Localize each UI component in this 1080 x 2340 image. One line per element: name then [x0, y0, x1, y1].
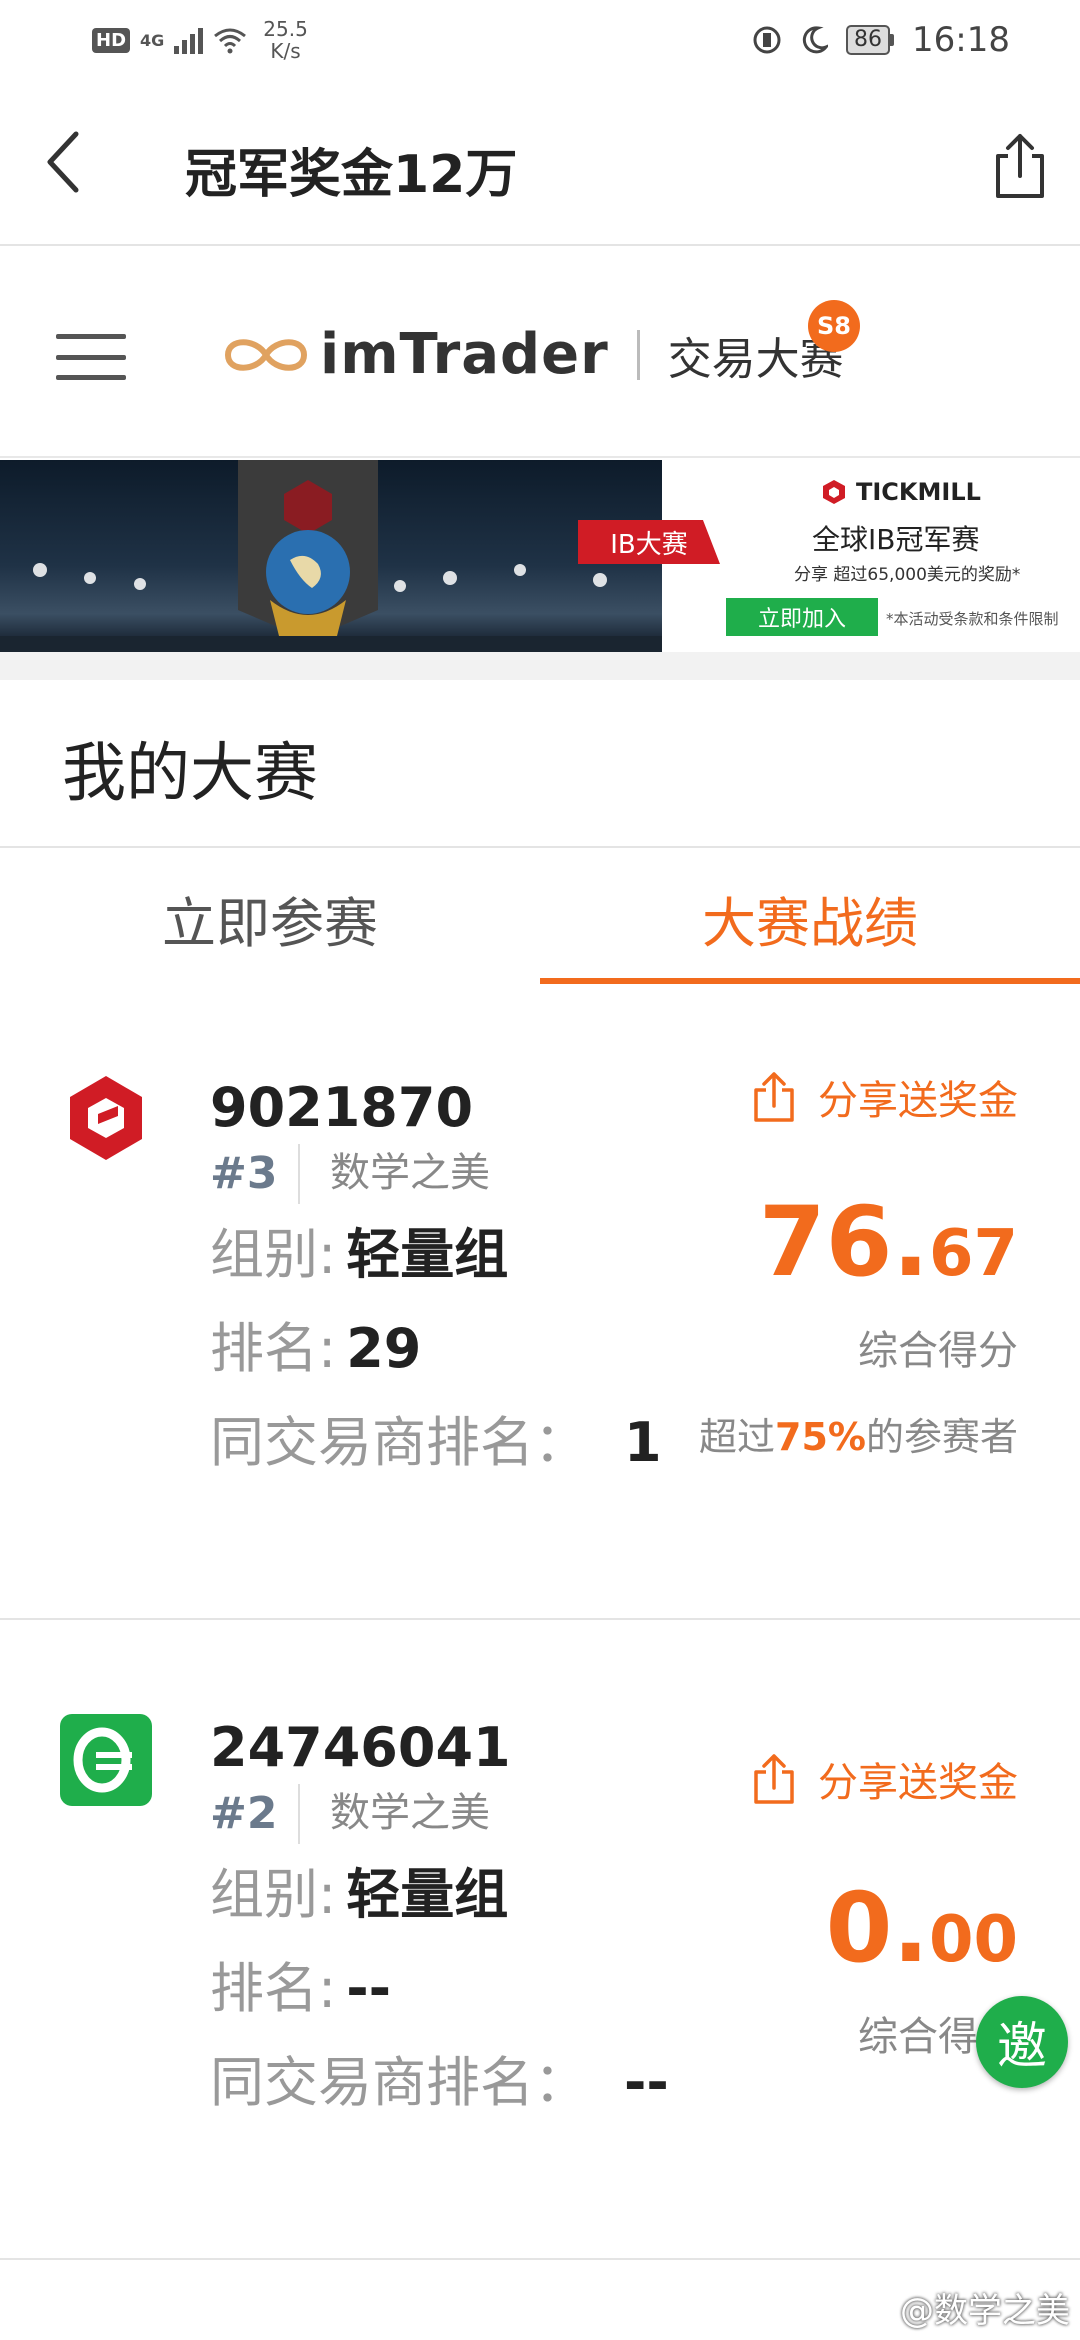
beat-percentage: 超过75%的参赛者: [699, 1406, 1018, 1461]
beat-prefix: 超过: [699, 1415, 776, 1459]
user-name: 数学之美: [330, 1150, 490, 1196]
share-bonus-label: 分享送奖金: [818, 1078, 1018, 1124]
signal-icon: [174, 26, 204, 54]
separator: [298, 1144, 300, 1204]
page-title: 冠军奖金12万: [185, 145, 518, 205]
share-bonus-button[interactable]: 分享送奖金: [750, 1750, 1018, 1808]
user-name: 数学之美: [330, 1790, 490, 1836]
group-label: 组别:: [210, 1863, 337, 1926]
status-bar: HD 4G 25.5 K/s 86 16:18: [0, 0, 1080, 86]
separator: [298, 1784, 300, 1844]
score: 0. 00: [826, 1872, 1018, 1984]
banner-headline: 全球IB冠军赛: [812, 523, 980, 556]
active-tab-indicator: [540, 978, 1080, 984]
broker-ranking-value: --: [624, 2051, 669, 2114]
back-button[interactable]: [30, 122, 110, 202]
infinity-logo-icon: [224, 338, 308, 371]
nav-bar: 冠军奖金12万: [0, 86, 1080, 246]
ranking-value: --: [346, 1957, 392, 2020]
rank-badge: #2: [210, 1788, 278, 1839]
tickmill-logo: TICKMILL: [820, 478, 981, 506]
tab-bar: 立即参赛 大赛战绩: [0, 848, 1080, 988]
battery-icon: 86: [846, 25, 895, 55]
trophy-stadium-image: [0, 460, 662, 652]
group-value: 轻量组: [346, 1863, 509, 1926]
chevron-left-icon: [47, 131, 79, 193]
score-decimal: 67: [928, 1217, 1018, 1291]
tickmill-hex-icon: [823, 480, 845, 504]
ranking-row: 排名: 29: [210, 1304, 421, 1383]
section-title: 我的大赛: [62, 737, 318, 811]
status-left: HD 4G 25.5 K/s: [92, 18, 308, 62]
group-value: 轻量组: [346, 1223, 509, 1286]
beat-suffix: 的参赛者: [865, 1415, 1018, 1459]
account-card[interactable]: 9021870 #3 数学之美 组别: 轻量组 排名: 29 同交易商排名： 1…: [0, 1000, 1080, 1620]
tab-results[interactable]: 大赛战绩: [540, 848, 1080, 988]
rank-badge: #3: [210, 1148, 278, 1199]
broker-ranking-row: 同交易商排名： --: [210, 2038, 669, 2117]
clock: 16:18: [912, 20, 1010, 60]
group-row: 组别: 轻量组: [210, 1210, 508, 1289]
section-gap: [0, 652, 1080, 680]
banner-note: *本活动受条款和条件限制: [886, 610, 1059, 628]
ranking-value: 29: [346, 1317, 422, 1380]
status-right: 86 16:18: [752, 20, 1010, 60]
score-integer: 76.: [758, 1186, 929, 1298]
group-label: 组别:: [210, 1223, 337, 1286]
logo-text: imTrader: [320, 322, 609, 387]
beat-percent: 75%: [775, 1415, 866, 1459]
watermark: @数学之美: [900, 2291, 1070, 2331]
season-badge: S8: [808, 300, 860, 352]
broker-ranking-label: 同交易商排名：: [210, 1411, 588, 1474]
group-row: 组别: 轻量组: [210, 1850, 508, 1929]
battery-level: 86: [846, 25, 891, 55]
invite-button[interactable]: 邀: [976, 1996, 1068, 2088]
network-speed: 25.5 K/s: [263, 18, 308, 62]
hd-badge: HD: [92, 27, 131, 53]
score-label: 综合得分: [858, 1328, 1018, 1374]
network-type: 4G: [140, 30, 165, 50]
broker-logo-icon: [60, 1714, 152, 1806]
share-bonus-button[interactable]: 分享送奖金: [750, 1068, 1018, 1126]
ranking-label: 排名:: [210, 1317, 337, 1380]
score-integer: 0.: [825, 1872, 929, 1984]
score: 76. 67: [759, 1186, 1018, 1298]
broker-ranking-value: 1: [624, 1411, 662, 1474]
logo-divider: [636, 329, 640, 380]
banner-subline: 分享 超过65,000美元的奖励*: [794, 565, 1021, 585]
ib-contest-tag: IB大赛: [578, 520, 720, 564]
share-bonus-label: 分享送奖金: [818, 1760, 1018, 1806]
share-icon: [996, 134, 1044, 198]
vibrate-icon: [753, 26, 781, 54]
tab-join[interactable]: 立即参赛: [0, 848, 540, 988]
tickmill-text: TICKMILL: [856, 478, 981, 506]
wifi-icon: [214, 28, 247, 54]
broker-ranking-row: 同交易商排名： 1: [210, 1398, 662, 1477]
broker-ranking-label: 同交易商排名：: [210, 2051, 588, 2114]
share-icon: [754, 1754, 794, 1804]
brand-header: imTrader 交易大赛 S8: [0, 246, 1080, 458]
account-number: 24746041: [210, 1716, 511, 1779]
menu-button[interactable]: [56, 334, 126, 380]
ranking-label: 排名:: [210, 1957, 337, 2020]
speed-value: 25.5: [263, 17, 308, 41]
moon-icon: [802, 26, 829, 54]
broker-logo-icon: [70, 1076, 142, 1160]
ranking-row: 排名: --: [210, 1944, 391, 2023]
account-card[interactable]: 24746041 #2 数学之美 组别: 轻量组 排名: -- 同交易商排名： …: [0, 1640, 1080, 2260]
join-now-button[interactable]: 立即加入: [726, 598, 878, 636]
account-number: 9021870: [210, 1076, 474, 1139]
share-button[interactable]: [980, 126, 1060, 206]
promo-banner[interactable]: IB大赛 TICKMILL 全球IB冠军赛 分享 超过65,000美元的奖励* …: [0, 460, 1080, 652]
score-decimal: 00: [928, 1903, 1018, 1977]
share-icon: [754, 1072, 794, 1122]
speed-unit: K/s: [270, 39, 301, 63]
imtrader-logo[interactable]: imTrader 交易大赛: [218, 322, 844, 387]
